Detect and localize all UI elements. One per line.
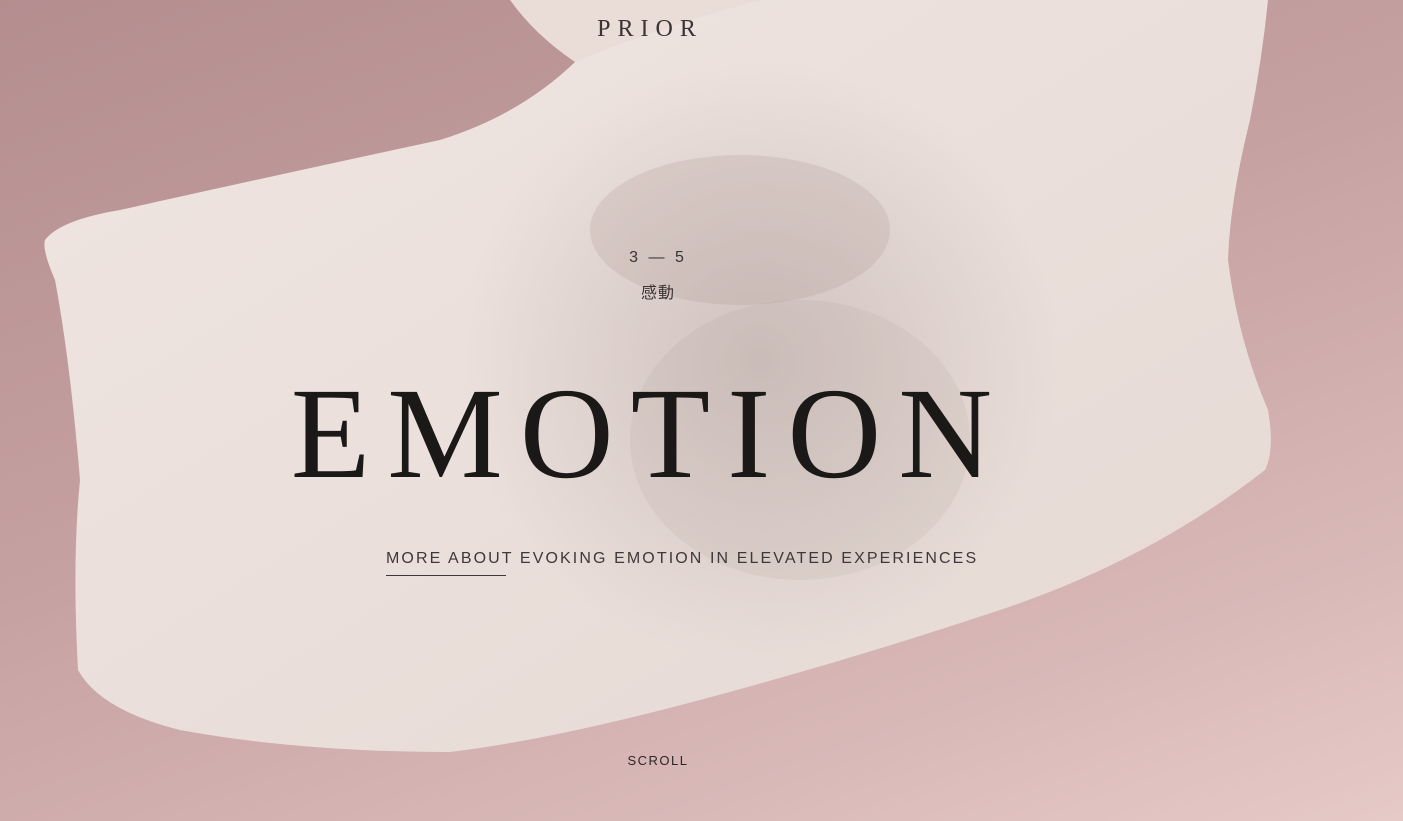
section-subtitle-japanese: 感動 bbox=[640, 283, 675, 302]
link-underline bbox=[386, 575, 506, 576]
more-about-link[interactable]: MORE ABOUT EVOKING EMOTION IN ELEVATED E… bbox=[386, 550, 978, 568]
scroll-indicator[interactable]: SCROLL bbox=[600, 753, 716, 768]
brand-logo[interactable]: PRIOR bbox=[0, 16, 1300, 43]
hero-headline: EMOTION bbox=[290, 362, 1010, 506]
section-counter: 3 — 5 bbox=[629, 249, 687, 266]
